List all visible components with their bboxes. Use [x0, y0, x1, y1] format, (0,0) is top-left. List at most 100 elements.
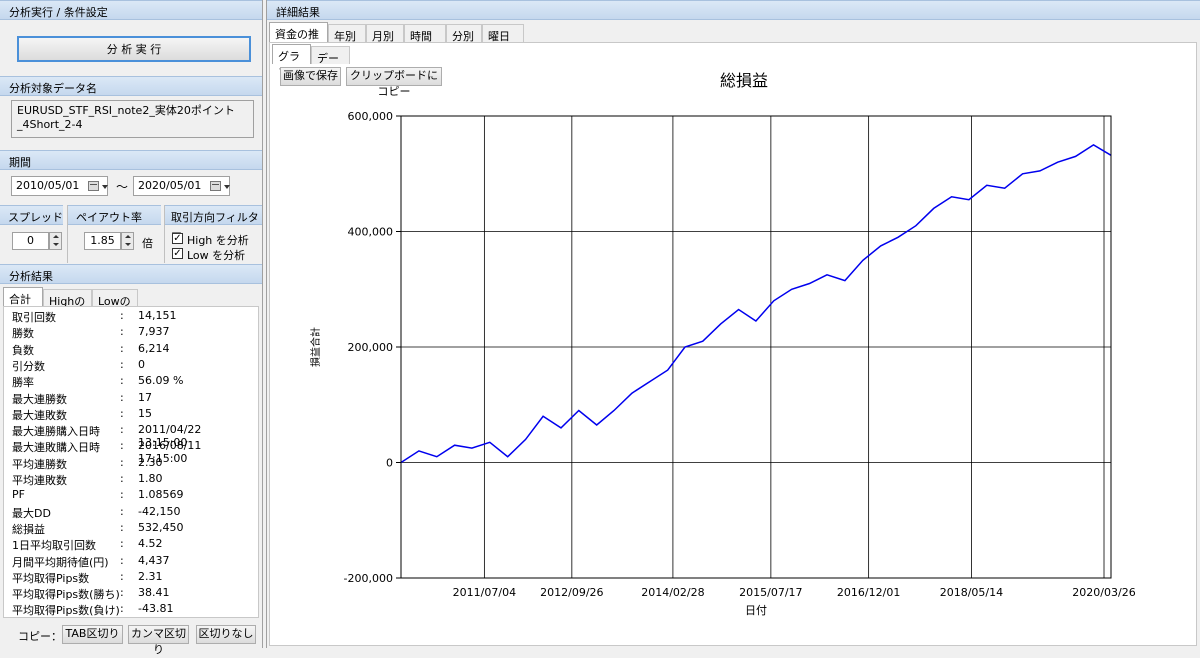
spin-up-icon[interactable]: [122, 233, 133, 241]
payout-stepper[interactable]: [121, 232, 134, 250]
stats-row: 月間平均期待値(円):4,437: [12, 554, 252, 570]
x-axis-ticks: 2011/07/04 2012/09/26 2014/02/28 2015/07/17…: [453, 586, 1136, 599]
filter-header: 取引方向フィルター: [165, 205, 262, 240]
pnl-chart: 総損益 -200,000 0 200,000 400,000 600,000 2011/…: [309, 71, 1136, 617]
chart-title: 総損益: [720, 71, 768, 90]
stats-label: 平均取得Pips数(勝ち): [12, 588, 120, 602]
stats-colon: :: [120, 357, 124, 371]
stats-label: 勝数: [12, 327, 34, 341]
stats-label: 平均連敗数: [12, 474, 67, 487]
stats-row: 最大連敗購入日時:2016/08/11 17:15:00: [12, 439, 252, 465]
y-tick-label: 600,000: [348, 110, 394, 123]
period-tilde: ～: [116, 180, 129, 194]
x-tick-label: 2012/09/26: [540, 586, 603, 599]
tab-high-only[interactable]: Highのみ: [43, 289, 92, 324]
stats-value: 7,937: [138, 325, 170, 339]
stats-row: 1日平均取引回数:4.52: [12, 537, 252, 553]
copy-none-button[interactable]: 区切りなし: [196, 625, 256, 644]
run-analysis-button[interactable]: 分 析 実 行: [17, 36, 251, 62]
x-tick-label: 2016/12/01: [837, 586, 900, 599]
stats-colon: :: [120, 520, 124, 534]
spin-up-icon[interactable]: [50, 233, 61, 241]
stats-row: 勝率:56.09 %: [12, 374, 252, 390]
tab-monthly[interactable]: 月別: [366, 24, 404, 43]
stats-label: 最大連勝購入日時: [12, 425, 100, 439]
x-axis-label: 日付: [745, 604, 767, 617]
calendar-icon: [88, 181, 99, 191]
copy-label: コピー：: [18, 630, 62, 643]
stats-value: 15: [138, 406, 152, 420]
detail-section-header: 詳細結果: [267, 0, 1200, 20]
right-panel: 詳細結果 資金の推移 年別 月別 時間別 分別 曜日別 グラフ データ 画像で保…: [266, 0, 1200, 648]
stats-value: 38.41: [138, 586, 170, 600]
stats-label: 平均取得Pips数(負け): [12, 604, 120, 618]
stats-row: 引分数:0: [12, 358, 252, 374]
x-tick-label: 2011/07/04: [453, 586, 516, 599]
stats-value: 14,151: [138, 309, 177, 322]
stats-colon: :: [120, 390, 124, 404]
copy-tab-button[interactable]: TAB区切り: [62, 625, 123, 644]
stats-value: 1.08569: [138, 488, 184, 502]
spin-down-icon[interactable]: [122, 241, 133, 249]
tab-low-only[interactable]: Lowのみ: [92, 289, 138, 324]
y-tick-label: 400,000: [348, 226, 394, 239]
spread-input[interactable]: 0: [12, 232, 49, 250]
payout-header: ペイアウト率: [68, 205, 161, 225]
period-from-value: 2010/05/01: [16, 179, 80, 192]
stats-row: 平均連勝数:2.30: [12, 456, 252, 472]
stats-value: 17: [138, 390, 152, 404]
payout-input[interactable]: 1.85: [84, 232, 121, 250]
stats-row: 平均連敗数: 1.80: [12, 472, 252, 488]
stats-row: 最大連勝数:17: [12, 391, 252, 407]
chevron-down-icon: [102, 185, 108, 189]
x-tick-label: 2020/03/26: [1072, 586, 1135, 599]
stats-value: 4.52: [138, 537, 163, 551]
stats-value: -43.81: [138, 602, 174, 616]
stats-label: PF: [12, 488, 25, 502]
stats-colon: :: [120, 569, 124, 583]
stats-row: 最大DD: -42,150: [12, 505, 252, 521]
tab-balance-history[interactable]: 資金の推移: [269, 22, 328, 57]
period-to-value: 2020/05/01: [138, 179, 202, 192]
results-section-header: 分析結果: [0, 264, 262, 284]
stats-label: 平均連勝数: [12, 457, 67, 471]
stats-colon: :: [120, 325, 124, 339]
period-to-picker[interactable]: 2020/05/01: [133, 176, 230, 196]
stats-value: -42,150: [138, 504, 181, 518]
x-tick-label: 2014/02/28: [641, 586, 704, 599]
spread-stepper[interactable]: [49, 232, 62, 250]
chart-grid: [401, 115, 1111, 579]
stats-value: 2.31: [138, 569, 163, 583]
tab-weekday[interactable]: 曜日別: [482, 24, 524, 59]
spin-down-icon[interactable]: [50, 241, 61, 249]
copy-comma-button[interactable]: カンマ区切り: [128, 625, 189, 656]
stats-value: 1.80: [138, 472, 163, 485]
stats-row: 平均取得Pips数(勝ち):38.41: [12, 586, 252, 602]
tab-yearly[interactable]: 年別: [328, 24, 366, 43]
stats-row: 平均取得Pips数(負け): -43.81: [12, 602, 252, 618]
filter-high-checkbox[interactable]: ✓: [172, 233, 183, 244]
target-data-name-field[interactable]: EURUSD_STF_RSI_note2_実体20ポイント _4Short_2-…: [11, 100, 254, 138]
stats-value: 6,214: [138, 341, 170, 355]
stats-colon: :: [120, 341, 124, 355]
y-axis-label: 損益合計: [309, 327, 322, 367]
left-panel: 分析実行 / 条件設定 分 析 実 行 分析対象データ名 EURUSD_STF_…: [0, 0, 263, 656]
stats-row: 最大連勝購入日時:2011/04/22 13:15:00: [12, 423, 252, 449]
filter-low-checkbox[interactable]: ✓: [172, 248, 183, 259]
x-tick-label: 2018/05/14: [940, 586, 1003, 599]
divider: [67, 205, 68, 263]
stats-value: 4,437: [138, 553, 170, 567]
stats-row: 総損益:532,450: [12, 521, 252, 537]
stats-label: 引分数: [12, 359, 45, 373]
stats-row: 取引回数: 14,151: [12, 309, 252, 325]
spread-header: スプレッド: [0, 205, 63, 225]
tab-minutely[interactable]: 分別: [446, 24, 482, 43]
tab-hourly[interactable]: 時間別: [404, 24, 446, 59]
stats-row: 勝数:7,937: [12, 325, 252, 341]
y-tick-label: 0: [386, 457, 393, 470]
stats-label: 勝率: [12, 376, 34, 390]
period-from-picker[interactable]: 2010/05/01: [11, 176, 108, 196]
calendar-icon: [210, 181, 221, 191]
stats-colon: :: [120, 586, 124, 600]
tab-total[interactable]: 合計: [3, 287, 43, 307]
